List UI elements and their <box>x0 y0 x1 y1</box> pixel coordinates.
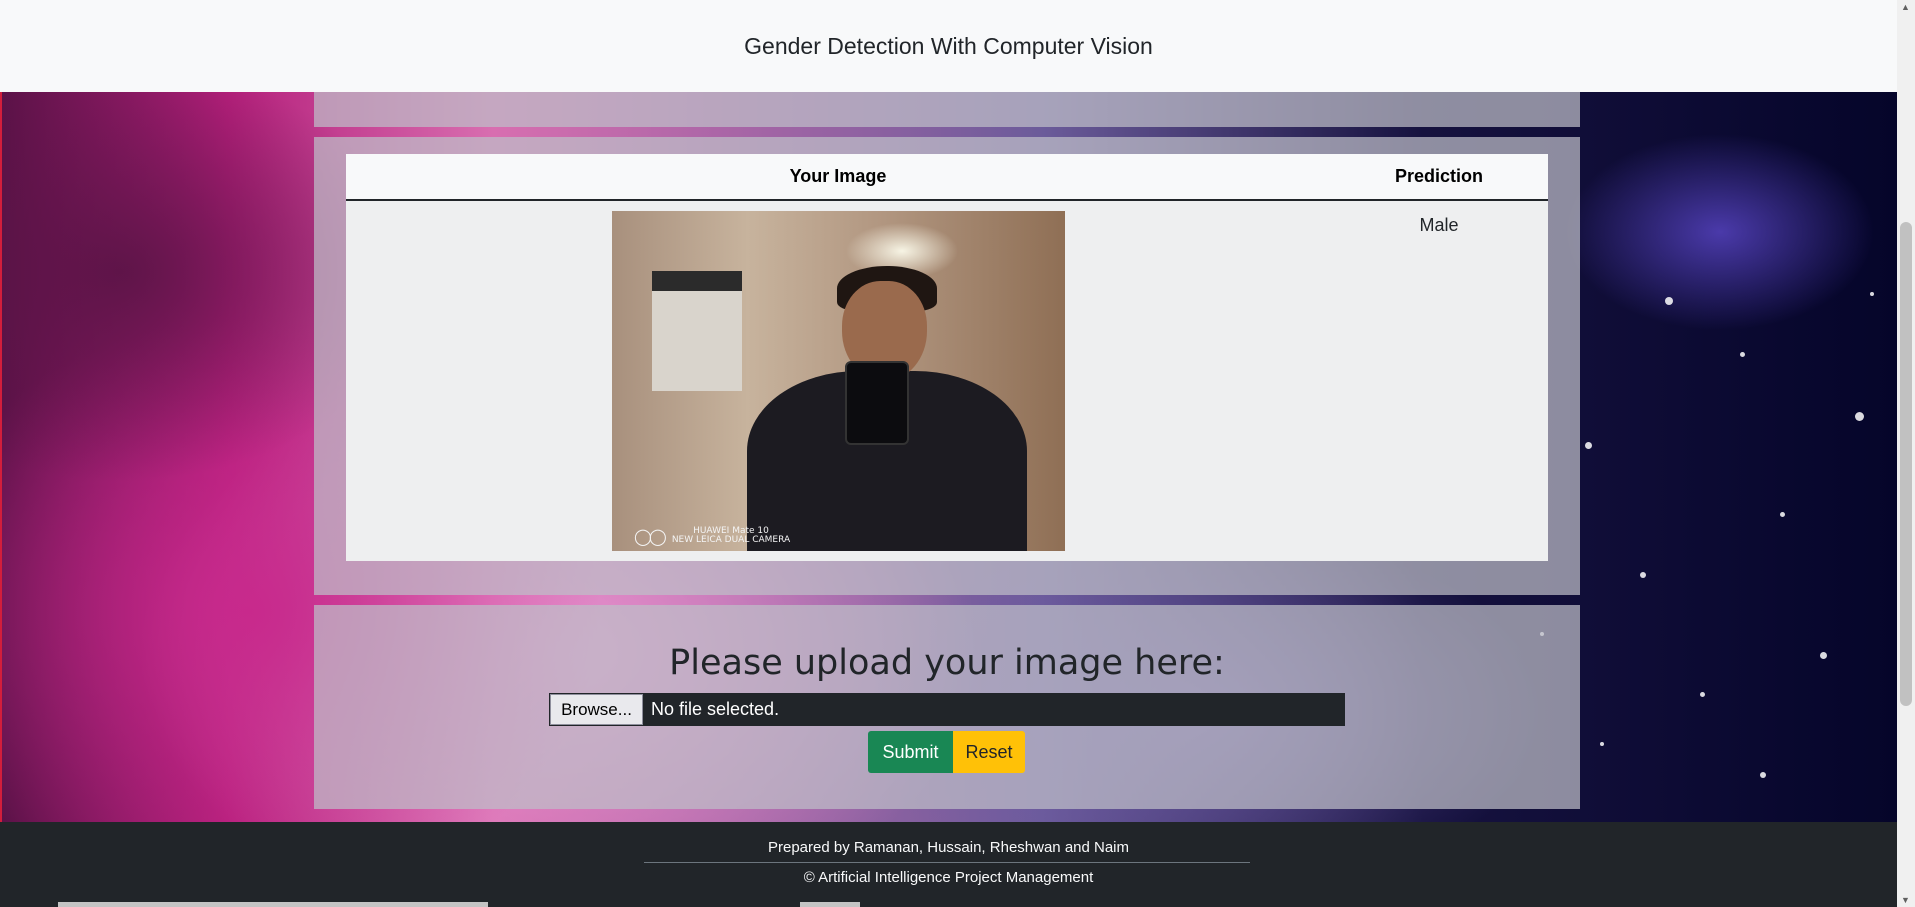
scroll-down-icon[interactable]: ▼ <box>1901 895 1910 905</box>
prediction-cell: Male <box>1419 215 1459 235</box>
photo-watermark: ◯◯ HUAWEI Mate 10 NEW LEICA DUAL CAMERA <box>634 526 791 546</box>
taskbar-item <box>800 902 860 907</box>
footer-copyright: © Artificial Intelligence Project Manage… <box>803 869 1094 886</box>
upload-panel: Please upload your image here: Browse...… <box>314 605 1580 809</box>
table-header-row: Your Image Prediction <box>346 154 1548 201</box>
table-row: ◯◯ HUAWEI Mate 10 NEW LEICA DUAL CAMERA … <box>346 200 1548 561</box>
browse-button[interactable]: Browse... <box>550 694 643 725</box>
results-panel: Your Image Prediction ◯◯ HUAWEI Mate 10 … <box>314 137 1580 595</box>
vertical-scrollbar[interactable]: ▲ ▼ <box>1897 0 1915 907</box>
reset-button[interactable]: Reset <box>953 731 1025 773</box>
footer: Prepared by Ramanan, Hussain, Rheshwan a… <box>0 822 1897 907</box>
upload-heading: Please upload your image here: <box>669 643 1225 683</box>
file-status: No file selected. <box>651 699 780 719</box>
image-cell: ◯◯ HUAWEI Mate 10 NEW LEICA DUAL CAMERA <box>346 200 1330 561</box>
navbar-brand[interactable]: Gender Detection With Computer Vision <box>744 33 1153 60</box>
column-header-image: Your Image <box>346 154 1330 201</box>
form-buttons: Submit Reset <box>868 731 1025 773</box>
top-panel <box>314 92 1580 127</box>
footer-credits: Prepared by Ramanan, Hussain, Rheshwan a… <box>767 839 1130 856</box>
file-input[interactable]: Browse... No file selected. <box>549 693 1345 726</box>
footer-divider <box>644 862 1250 863</box>
camera-rings-icon: ◯◯ <box>634 526 667 546</box>
scroll-up-icon[interactable]: ▲ <box>1901 2 1910 12</box>
taskbar-item <box>58 902 488 907</box>
submit-button[interactable]: Submit <box>868 731 953 773</box>
scroll-thumb[interactable] <box>1900 222 1912 706</box>
results-table: Your Image Prediction ◯◯ HUAWEI Mate 10 … <box>346 154 1548 561</box>
column-header-prediction: Prediction <box>1330 154 1548 201</box>
navbar: Gender Detection With Computer Vision <box>0 0 1897 92</box>
window-edge <box>0 0 2 907</box>
uploaded-photo: ◯◯ HUAWEI Mate 10 NEW LEICA DUAL CAMERA <box>612 211 1065 551</box>
